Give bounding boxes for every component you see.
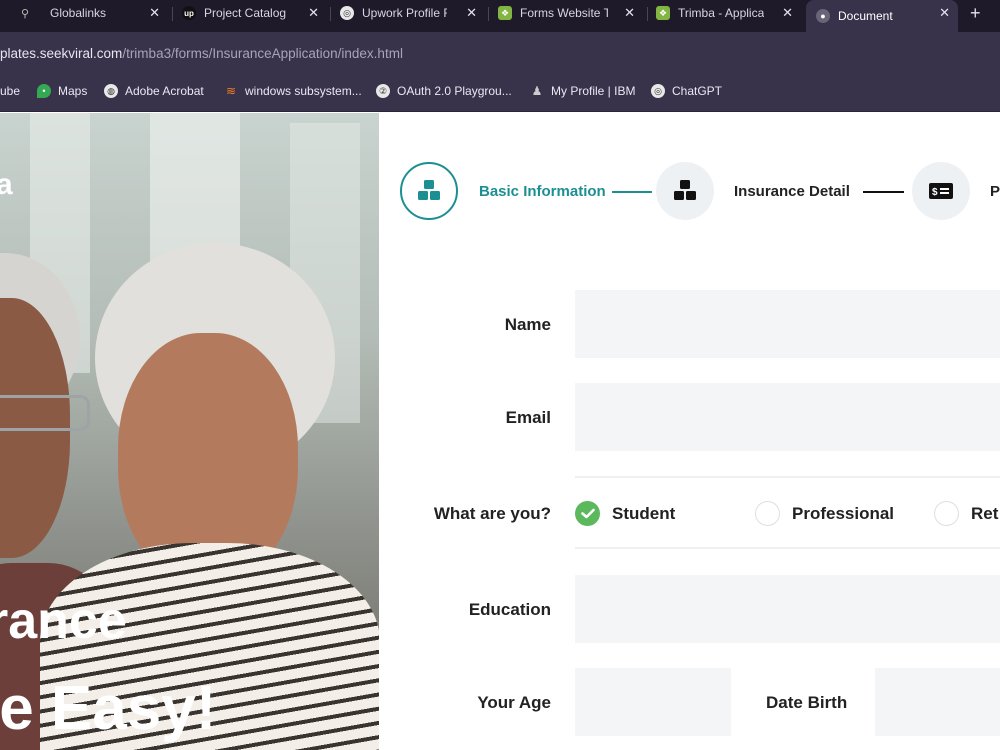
step-connector	[863, 191, 904, 193]
hero-brand-text: a	[0, 168, 13, 201]
radio-circle-icon	[934, 501, 959, 526]
bookmark-label: ube	[0, 84, 21, 98]
role-student-label: Student	[612, 503, 676, 523]
tab-forms-website[interactable]: ❖ Forms Website T ✕	[498, 0, 643, 26]
divider	[575, 547, 1000, 549]
birth-date-label: Date Birth	[766, 693, 848, 712]
role-professional-label: Professional	[792, 503, 895, 523]
step-payment[interactable]: $	[912, 162, 970, 220]
step-label-basic-information[interactable]: Basic Information	[479, 183, 606, 200]
tab-label: Project Catalog	[204, 6, 287, 20]
bookmark-oauth-playground[interactable]: ② OAuth 2.0 Playgrou...	[376, 84, 512, 98]
close-icon[interactable]: ✕	[624, 5, 635, 21]
bookmark-youtube[interactable]: ube	[0, 84, 20, 98]
bookmark-label: Adobe Acrobat	[125, 84, 204, 98]
age-input[interactable]	[575, 668, 731, 736]
maps-pin-icon: •	[37, 84, 51, 98]
bookmark-label: Maps	[58, 84, 88, 98]
close-icon[interactable]: ✕	[466, 5, 477, 21]
close-icon[interactable]: ✕	[308, 5, 319, 21]
acrobat-icon: ◍	[104, 84, 118, 98]
education-input[interactable]	[575, 575, 1000, 643]
check-icon	[575, 501, 600, 526]
ibm-icon: ♟	[531, 84, 543, 98]
bookmark-label: OAuth 2.0 Playgrou...	[397, 84, 512, 98]
browser-window: ⚲ Globalinks ✕ up Project Catalog ✕ ◎ Up…	[0, 0, 1000, 750]
divider	[575, 476, 1000, 478]
bookmark-label: ChatGPT	[672, 84, 723, 98]
openai-icon: ◎	[651, 84, 665, 98]
bookmark-label: windows subsystem...	[245, 84, 362, 98]
role-professional-radio[interactable]: Professional	[755, 501, 894, 526]
role-label: What are you?	[433, 504, 551, 523]
hero-headline-line1: rance	[0, 592, 127, 650]
url-text[interactable]: plates.seekviral.com/trimba3/forms/Insur…	[0, 46, 403, 61]
address-bar[interactable]: plates.seekviral.com/trimba3/forms/Insur…	[0, 32, 1000, 72]
tab-upwork-profile[interactable]: ◎ Upwork Profile F ✕	[340, 0, 485, 26]
bookmark-adobe-acrobat[interactable]: ◍ Adobe Acrobat	[104, 84, 204, 98]
name-label: Name	[504, 315, 551, 334]
birth-date-input[interactable]	[875, 668, 1000, 736]
tab-document[interactable]: ● Document ✕	[806, 0, 958, 32]
education-label: Education	[468, 600, 551, 619]
globe-favicon-icon: ●	[816, 9, 830, 23]
email-input[interactable]	[575, 383, 1000, 451]
step-connector	[612, 191, 652, 193]
bookmark-ibm-profile[interactable]: ♟ My Profile | IBM	[530, 84, 636, 98]
insurance-form: Basic Information Insurance Detail $ P N…	[379, 113, 1000, 750]
bookmark-maps[interactable]: • Maps	[37, 84, 87, 98]
tab-label: Document	[838, 9, 893, 23]
bookmark-chatgpt[interactable]: ◎ ChatGPT	[651, 84, 722, 98]
blocks-icon	[418, 180, 440, 200]
tab-trimba[interactable]: ❖ Trimba - Applica ✕	[656, 0, 801, 26]
tab-globalinks[interactable]: ⚲ Globalinks ✕	[18, 0, 168, 26]
close-icon[interactable]: ✕	[939, 5, 950, 21]
oauth-icon: ②	[376, 84, 390, 98]
bookmarks-bar: ube • Maps ◍ Adobe Acrobat ≋ windows sub…	[0, 72, 1000, 112]
tab-label: Globalinks	[50, 6, 107, 20]
bookmark-label: My Profile | IBM	[551, 84, 636, 98]
radio-circle-icon	[755, 501, 780, 526]
close-icon[interactable]: ✕	[149, 5, 160, 21]
age-label: Your Age	[477, 693, 551, 712]
role-student-radio[interactable]: Student	[575, 501, 675, 526]
tab-label: Forms Website T	[520, 6, 608, 20]
tab-label: Trimba - Applica	[678, 6, 765, 20]
hero-image-panel: a rance le Easy!	[0, 113, 379, 750]
url-path: /trimba3/forms/InsuranceApplication/inde…	[122, 46, 403, 61]
tab-bar: ⚲ Globalinks ✕ up Project Catalog ✕ ◎ Up…	[0, 0, 1000, 32]
tab-label: Upwork Profile F	[362, 6, 447, 20]
close-icon[interactable]: ✕	[782, 5, 793, 21]
url-host: plates.seekviral.com	[0, 46, 123, 61]
envato-favicon-icon: ❖	[498, 6, 512, 20]
name-input[interactable]	[575, 290, 1000, 358]
openai-favicon-icon: ◎	[340, 6, 354, 20]
search-favicon-icon: ⚲	[20, 7, 30, 20]
upwork-favicon-icon: up	[182, 6, 196, 20]
envato-favicon-icon: ❖	[656, 6, 670, 20]
stack-icon: ≋	[225, 84, 237, 98]
tab-project-catalog[interactable]: up Project Catalog ✕	[182, 0, 327, 26]
money-card-icon: $	[929, 183, 953, 199]
glasses-shape	[0, 395, 90, 431]
step-insurance-detail[interactable]	[656, 162, 714, 220]
step-basic-information[interactable]	[400, 162, 458, 220]
role-retired-radio[interactable]: Ret	[934, 501, 998, 526]
bookmark-windows-subsystem[interactable]: ≋ windows subsystem...	[224, 84, 362, 98]
step-label-insurance-detail[interactable]: Insurance Detail	[734, 183, 850, 200]
email-label: Email	[505, 408, 551, 427]
step-label-payment[interactable]: P	[990, 183, 1000, 200]
svg-text:$: $	[932, 187, 938, 198]
new-tab-button[interactable]: +	[970, 3, 981, 24]
role-retired-label: Ret	[971, 503, 999, 523]
blocks-icon	[674, 180, 696, 200]
hero-headline-line2: le Easy!	[0, 674, 217, 743]
